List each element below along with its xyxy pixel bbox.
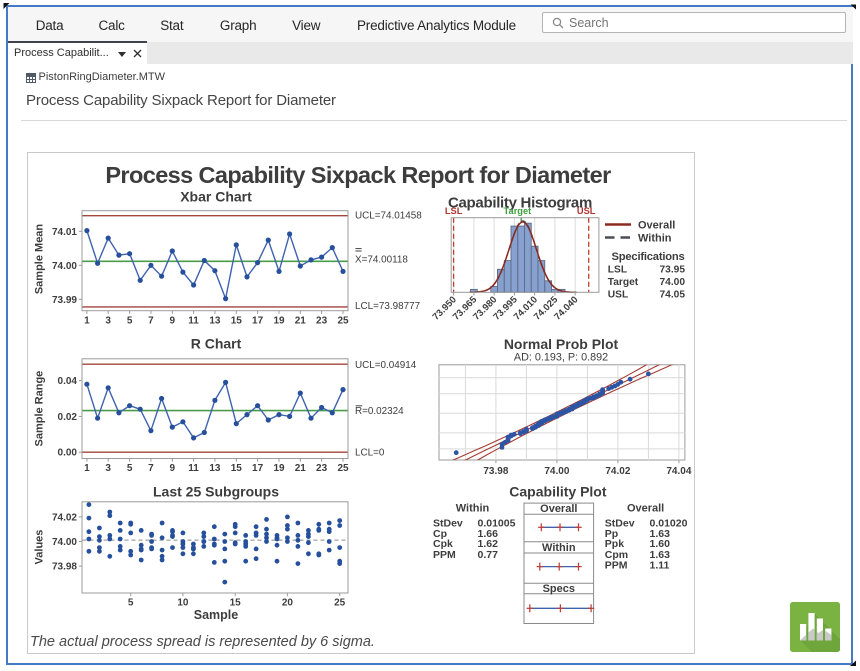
- svg-text:74.04: 74.04: [666, 466, 691, 477]
- svg-text:0.77: 0.77: [478, 549, 499, 561]
- svg-text:74.00: 74.00: [52, 261, 77, 272]
- svg-text:USL: USL: [608, 289, 628, 300]
- svg-text:USL: USL: [577, 206, 596, 216]
- svg-text:25: 25: [334, 598, 346, 609]
- svg-text:PPM: PPM: [433, 549, 456, 561]
- svg-text:15: 15: [230, 598, 242, 609]
- svg-text:1: 1: [84, 316, 90, 327]
- svg-text:LSL: LSL: [608, 265, 627, 276]
- svg-text:Overall: Overall: [627, 503, 664, 515]
- svg-text:73.98: 73.98: [52, 562, 77, 573]
- svg-text:73.99: 73.99: [52, 295, 77, 306]
- svg-text:11: 11: [188, 463, 199, 474]
- svg-text:LCL=73.98777: LCL=73.98777: [355, 301, 420, 312]
- svg-text:13: 13: [209, 316, 221, 327]
- svg-text:LCL=0: LCL=0: [355, 448, 385, 459]
- svg-text:15: 15: [231, 463, 243, 474]
- svg-text:Normal Prob Plot: Normal Prob Plot: [504, 336, 619, 352]
- svg-text:Values: Values: [34, 530, 46, 565]
- svg-text:21: 21: [295, 463, 307, 474]
- svg-text:23: 23: [316, 316, 328, 327]
- svg-text:74.00: 74.00: [52, 537, 77, 548]
- svg-text:Within: Within: [638, 233, 672, 245]
- svg-text:17: 17: [252, 463, 264, 474]
- svg-text:Target: Target: [608, 277, 639, 288]
- svg-text:1.11: 1.11: [650, 559, 670, 571]
- svg-text:Specs: Specs: [543, 583, 575, 595]
- svg-text:0.02: 0.02: [58, 412, 78, 423]
- svg-text:74.02: 74.02: [605, 466, 630, 477]
- svg-text:3: 3: [105, 316, 111, 327]
- svg-text:Specifications: Specifications: [612, 251, 685, 263]
- svg-text:7: 7: [148, 463, 154, 474]
- svg-text:5: 5: [128, 598, 134, 609]
- svg-text:15: 15: [231, 316, 243, 327]
- svg-text:21: 21: [295, 316, 307, 327]
- svg-text:23: 23: [316, 463, 328, 474]
- svg-text:The actual process spread is r: The actual process spread is represented…: [30, 634, 375, 650]
- svg-text:11: 11: [188, 316, 199, 327]
- svg-text:Overall: Overall: [638, 220, 675, 232]
- svg-text:13: 13: [209, 463, 221, 474]
- svg-text:0.00: 0.00: [58, 448, 78, 459]
- svg-text:5: 5: [127, 316, 133, 327]
- svg-text:17: 17: [252, 316, 264, 327]
- svg-text:UCL=74.01458: UCL=74.01458: [355, 211, 422, 222]
- svg-text:10: 10: [177, 598, 189, 609]
- svg-text:Target: Target: [504, 206, 532, 216]
- svg-text:20: 20: [282, 598, 294, 609]
- svg-text:X=74.00118: X=74.00118: [355, 255, 408, 266]
- svg-text:7: 7: [148, 316, 154, 327]
- svg-text:9: 9: [170, 463, 176, 474]
- svg-text:PPM: PPM: [605, 559, 628, 571]
- svg-text:25: 25: [337, 463, 349, 474]
- svg-text:LSL: LSL: [445, 206, 463, 216]
- svg-text:Within: Within: [456, 503, 490, 515]
- svg-text:Within: Within: [542, 542, 576, 554]
- svg-text:74.02: 74.02: [52, 512, 77, 523]
- svg-text:1: 1: [84, 463, 90, 474]
- svg-text:Xbar Chart: Xbar Chart: [180, 189, 252, 205]
- svg-text:9: 9: [170, 316, 176, 327]
- svg-text:AD: 0.193, P: 0.892: AD: 0.193, P: 0.892: [514, 352, 608, 364]
- svg-text:74.00: 74.00: [544, 466, 569, 477]
- svg-text:74.01: 74.01: [52, 227, 77, 238]
- svg-text:Process Capability Sixpack Rep: Process Capability Sixpack Report for Di…: [105, 162, 611, 188]
- svg-text:Sample Mean: Sample Mean: [34, 224, 46, 295]
- svg-text:Sample: Sample: [194, 608, 239, 622]
- svg-text:73.95: 73.95: [660, 265, 686, 276]
- svg-text:74.00: 74.00: [660, 277, 686, 288]
- svg-text:3: 3: [105, 463, 111, 474]
- svg-text:19: 19: [273, 463, 285, 474]
- svg-text:Capability Plot: Capability Plot: [509, 484, 607, 500]
- svg-text:19: 19: [273, 316, 285, 327]
- svg-text:Sample Range: Sample Range: [34, 371, 46, 447]
- svg-text:Last 25 Subgroups: Last 25 Subgroups: [153, 484, 279, 500]
- svg-text:0.04: 0.04: [58, 376, 78, 387]
- svg-text:R=0.02324: R=0.02324: [355, 406, 404, 417]
- svg-text:UCL=0.04914: UCL=0.04914: [355, 360, 417, 371]
- svg-text:Overall: Overall: [540, 503, 577, 515]
- svg-text:R Chart: R Chart: [191, 336, 242, 352]
- svg-text:73.98: 73.98: [483, 466, 508, 477]
- svg-text:74.05: 74.05: [660, 289, 686, 300]
- svg-text:5: 5: [127, 463, 133, 474]
- svg-text:25: 25: [337, 316, 349, 327]
